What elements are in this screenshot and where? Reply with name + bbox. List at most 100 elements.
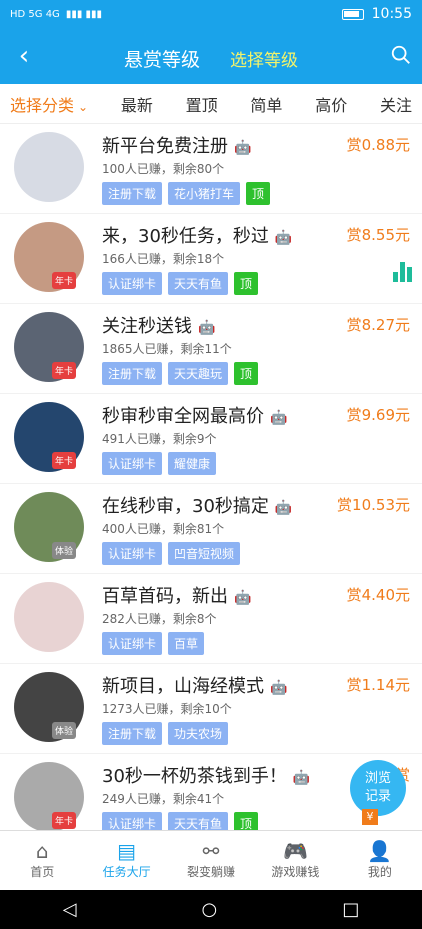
task-icon: ▤ xyxy=(117,839,137,863)
task-tag: 注册下载 xyxy=(102,722,163,745)
history-bubble[interactable]: 浏览 记录 xyxy=(350,760,406,816)
task-title: 关注秒送钱 🤖 xyxy=(102,316,216,337)
android-icon: 🤖 xyxy=(292,770,311,786)
filter-top[interactable]: 置顶 xyxy=(186,92,218,116)
android-icon: 🤖 xyxy=(234,590,252,606)
android-icon: 🤖 xyxy=(270,680,288,696)
task-meta: 166人已赚，剩余18个 xyxy=(102,252,225,266)
home-icon: ⌂ xyxy=(35,839,49,863)
task-title: 秒审秒审全网最高价 🤖 xyxy=(102,406,288,427)
android-icon: 🤖 xyxy=(234,140,252,156)
tab-gamepad[interactable]: 🎮 游戏赚钱 xyxy=(253,831,337,890)
task-tag: 顶 xyxy=(246,182,271,205)
level-select-link[interactable]: 选择等级 xyxy=(230,51,298,71)
list-item[interactable]: 年卡 来，30秒任务，秒过 🤖 166人已赚，剩余18个 认证绑卡 天天有鱼顶 赏8… xyxy=(0,214,422,304)
home-nav-icon[interactable]: ○ xyxy=(202,899,218,920)
task-tag: 天天有鱼 xyxy=(168,812,229,830)
member-badge: 年卡 xyxy=(52,362,77,379)
user-icon: 👤 xyxy=(367,839,393,863)
task-title: 新项目，山海经模式 🤖 xyxy=(102,676,288,697)
task-meta: 249人已赚，剩余41个 xyxy=(102,792,225,806)
task-tag: 注册下载 xyxy=(102,362,163,385)
task-meta: 282人已赚，剩余8个 xyxy=(102,612,217,626)
task-tags: 注册下载 天天趣玩顶 xyxy=(102,362,259,385)
avatar xyxy=(14,582,84,652)
filter-high-price[interactable]: 高价 xyxy=(315,92,347,116)
task-tag: 认证绑卡 xyxy=(102,812,163,830)
top-header: ‹ 悬赏等级 选择等级 xyxy=(0,28,422,84)
back-nav-icon[interactable]: ◁ xyxy=(63,899,77,920)
filter-easy[interactable]: 简单 xyxy=(250,92,282,116)
list-item[interactable]: 年卡 关注秒送钱 🤖 1865人已赚，剩余11个 注册下载 天天趣玩顶 赏8.27元 xyxy=(0,304,422,394)
task-tags: 注册下载 花小猪打车顶 xyxy=(102,182,271,205)
coin-icon[interactable]: ¥ xyxy=(362,809,378,825)
reward-amount: 赏8.55元 xyxy=(346,226,410,244)
android-icon: 🤖 xyxy=(274,230,293,246)
task-meta: 400人已赚，剩余81个 xyxy=(102,522,225,536)
reward-amount: 赏10.53元 xyxy=(337,496,410,514)
task-tag: 顶 xyxy=(234,812,259,830)
reward-amount: 赏9.69元 xyxy=(346,406,410,424)
page-title: 悬赏等级 xyxy=(123,49,200,71)
task-meta: 491人已赚，剩余9个 xyxy=(102,432,217,446)
android-icon: 🤖 xyxy=(274,500,293,516)
task-tags: 认证绑卡 耀健康 xyxy=(102,452,217,475)
list-item[interactable]: 体验 新项目，山海经模式 🤖 1273人已赚，剩余10个 注册下载 功夫农场 赏1.… xyxy=(0,664,422,754)
network-icon: ⚯ xyxy=(202,839,220,863)
signal-indicators: HD 5G 4G ▮▮▮ ▮▮▮ xyxy=(10,8,103,20)
filter-bar: 选择分类 ⌄ 最新 置顶 简单 高价 关注 xyxy=(0,84,422,124)
member-badge: 年卡 xyxy=(52,812,77,829)
task-title: 来，30秒任务，秒过 🤖 xyxy=(102,226,293,247)
tab-network[interactable]: ⚯ 裂变躺赚 xyxy=(169,831,253,890)
task-tag: 天天有鱼 xyxy=(168,272,229,295)
signal-icon: ▮▮▮ ▮▮▮ xyxy=(65,8,103,20)
task-tag: 顶 xyxy=(234,272,259,295)
filter-category[interactable]: 选择分类 ⌄ xyxy=(10,92,88,116)
task-list: 新平台免费注册 🤖 100人已赚，剩余80个 注册下载 花小猪打车顶 赏0.88元 … xyxy=(0,124,422,830)
system-nav-bar: ◁ ○ □ xyxy=(0,890,422,929)
member-badge: 体验 xyxy=(52,722,77,739)
tab-task[interactable]: ▤ 任务大厅 xyxy=(84,831,168,890)
task-tag: 认证绑卡 xyxy=(102,272,163,295)
task-tags: 注册下载 功夫农场 xyxy=(102,722,229,745)
task-title: 新平台免费注册 🤖 xyxy=(102,136,252,157)
chevron-down-icon: ⌄ xyxy=(78,99,89,114)
task-tag: 认证绑卡 xyxy=(102,542,163,565)
tab-user[interactable]: 👤 我的 xyxy=(338,831,422,890)
task-tag: 耀健康 xyxy=(168,452,217,475)
bar-chart-icon[interactable] xyxy=(393,262,412,282)
member-badge: 年卡 xyxy=(52,452,77,469)
android-icon: 🤖 xyxy=(270,410,288,426)
list-item[interactable]: 新平台免费注册 🤖 100人已赚，剩余80个 注册下载 花小猪打车顶 赏0.88元 xyxy=(0,124,422,214)
clock: 10:55 xyxy=(371,6,412,22)
task-tags: 认证绑卡 凹音短视频 xyxy=(102,542,241,565)
list-item[interactable]: 百草首码，新出 🤖 282人已赚，剩余8个 认证绑卡 百草 赏4.40元 xyxy=(0,574,422,664)
reward-amount: 赏4.40元 xyxy=(346,586,410,604)
tab-home[interactable]: ⌂ 首页 xyxy=(0,831,84,890)
reward-amount: 赏8.27元 xyxy=(346,316,410,334)
list-item[interactable]: 体验 在线秒审，30秒搞定 🤖 400人已赚，剩余81个 认证绑卡 凹音短视频 赏1… xyxy=(0,484,422,574)
list-item[interactable]: 年卡 秒审秒审全网最高价 🤖 491人已赚，剩余9个 认证绑卡 耀健康 赏9.69元 xyxy=(0,394,422,484)
reward-amount: 赏1.14元 xyxy=(346,676,410,694)
task-tags: 认证绑卡 天天有鱼顶 xyxy=(102,272,259,295)
gamepad-icon: 🎮 xyxy=(282,839,308,863)
task-title: 百草首码，新出 🤖 xyxy=(102,586,252,607)
task-tag: 注册下载 xyxy=(102,182,163,205)
android-icon: 🤖 xyxy=(198,320,216,336)
task-meta: 1273人已赚，剩余10个 xyxy=(102,702,232,716)
task-tags: 认证绑卡 百草 xyxy=(102,632,205,655)
task-title: 30秒一杯奶茶钱到手！ 🤖 xyxy=(102,766,311,787)
filter-follow[interactable]: 关注 xyxy=(380,92,412,116)
filter-newest[interactable]: 最新 xyxy=(121,92,153,116)
task-tag: 天天趣玩 xyxy=(168,362,229,385)
member-badge: 年卡 xyxy=(52,272,77,289)
task-title: 在线秒审，30秒搞定 🤖 xyxy=(102,496,293,517)
search-icon[interactable] xyxy=(390,44,412,66)
task-tag: 认证绑卡 xyxy=(102,452,163,475)
bottom-tab-bar: ⌂ 首页 ▤ 任务大厅 ⚯ 裂变躺赚 🎮 游戏赚钱 👤 我的 xyxy=(0,830,422,890)
task-tags: 认证绑卡 天天有鱼顶 xyxy=(102,812,259,830)
task-meta: 100人已赚，剩余80个 xyxy=(102,162,225,176)
task-meta: 1865人已赚，剩余11个 xyxy=(102,342,232,356)
recent-nav-icon[interactable]: □ xyxy=(342,899,359,920)
battery-icon xyxy=(341,8,364,20)
